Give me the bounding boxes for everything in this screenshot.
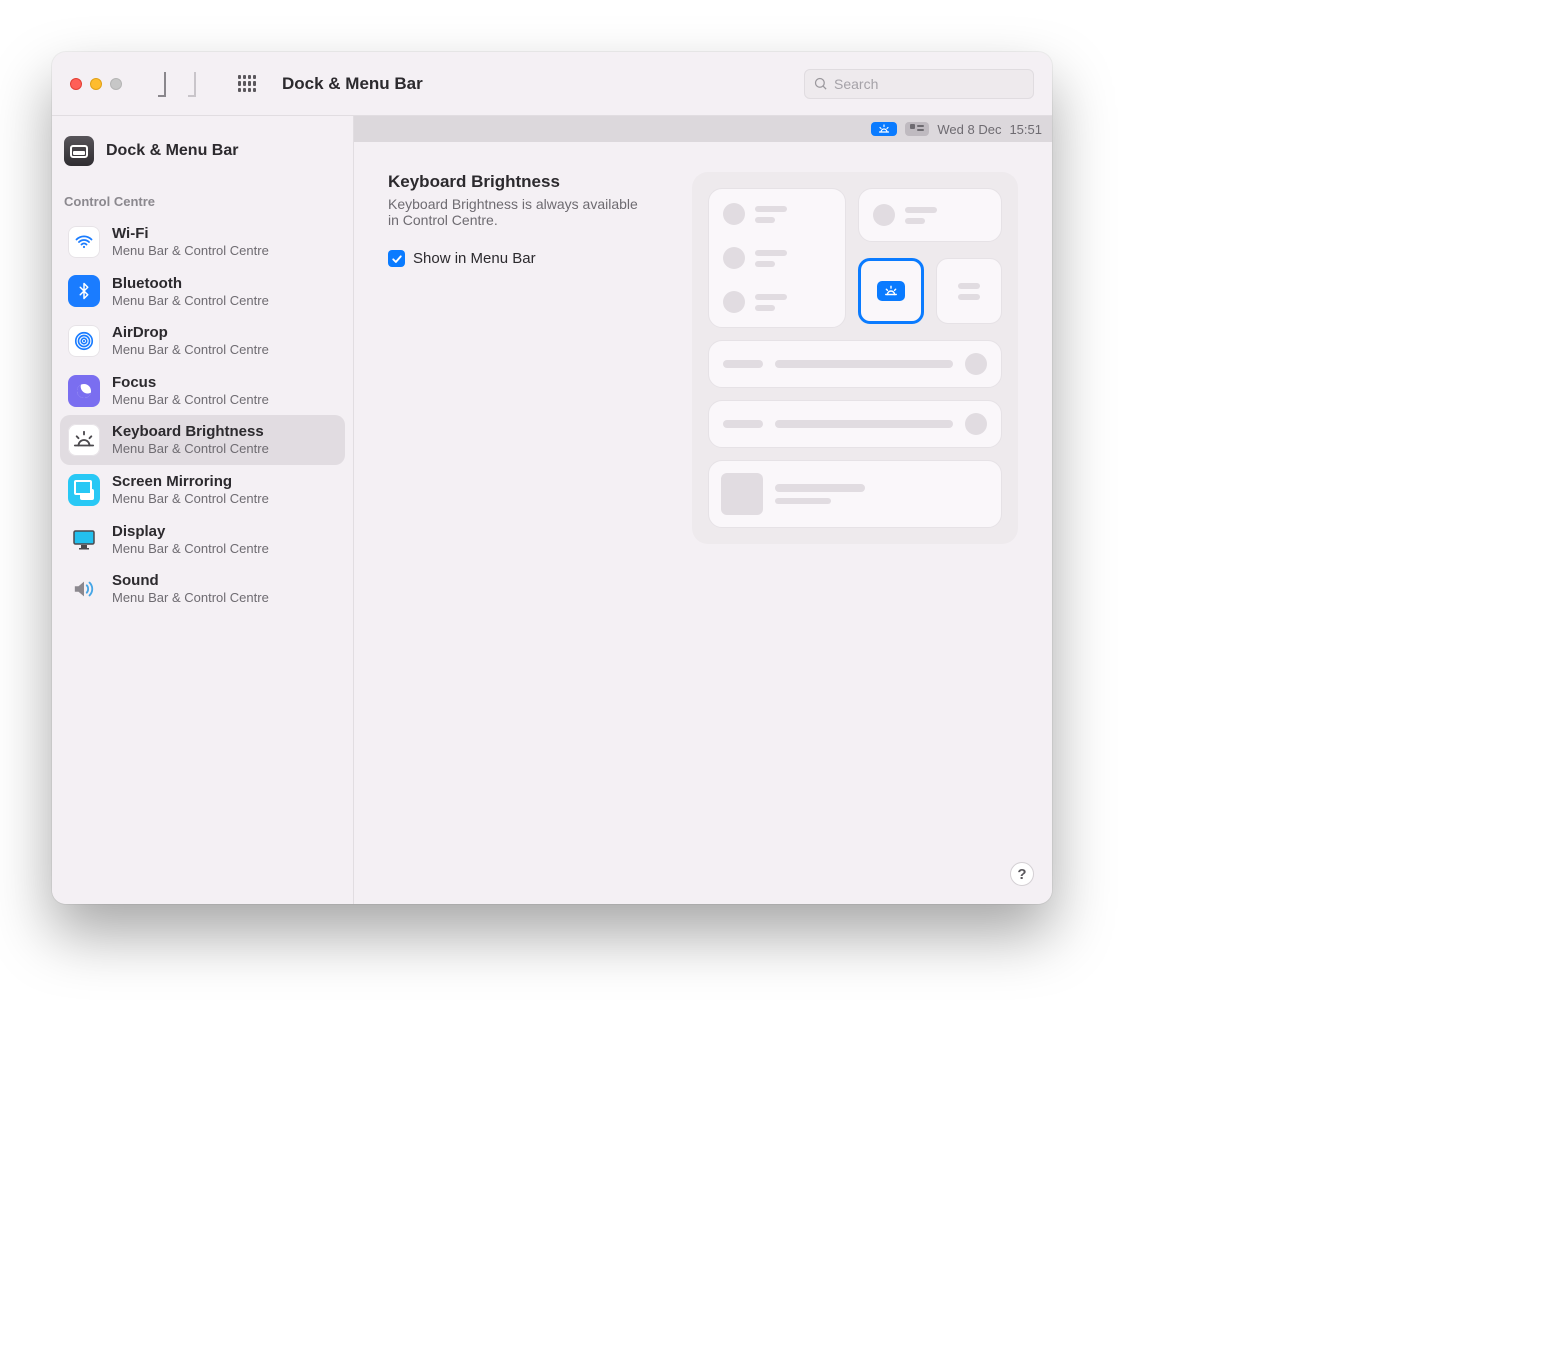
sidebar-item-label: Bluetooth	[112, 275, 269, 293]
control-centre-preview	[692, 172, 1018, 544]
checkbox-label: Show in Menu Bar	[413, 250, 536, 267]
content-pane: Wed 8 Dec 15:51 Keyboard Brightness Keyb…	[354, 116, 1052, 904]
cc-preview-tile-left	[708, 188, 846, 328]
sidebar-item-label: Screen Mirroring	[112, 473, 269, 491]
sidebar-item-screen-mirroring[interactable]: Screen Mirroring Menu Bar & Control Cent…	[60, 465, 345, 515]
bluetooth-icon	[68, 275, 100, 307]
window-title: Dock & Menu Bar	[282, 74, 423, 94]
menubar-preview-date: Wed 8 Dec	[937, 122, 1001, 137]
focus-icon	[68, 375, 100, 407]
back-button[interactable]	[158, 75, 166, 93]
nav-buttons	[158, 75, 196, 93]
search-icon	[813, 76, 828, 91]
screen-mirroring-icon	[68, 474, 100, 506]
sidebar-item-subtitle: Menu Bar & Control Centre	[112, 441, 269, 457]
sidebar-item-keyboard-brightness[interactable]: Keyboard Brightness Menu Bar & Control C…	[60, 415, 345, 465]
cc-preview-generic-tile	[936, 258, 1002, 324]
cc-preview-slider-1	[708, 340, 1002, 388]
sidebar-item-subtitle: Menu Bar & Control Centre	[112, 590, 269, 606]
show-all-preferences-button[interactable]	[238, 75, 256, 93]
sidebar-item-label: Focus	[112, 374, 269, 392]
zoom-window-button[interactable]	[110, 78, 122, 90]
sidebar-item-subtitle: Menu Bar & Control Centre	[112, 491, 269, 507]
sidebar-item-airdrop[interactable]: AirDrop Menu Bar & Control Centre	[60, 316, 345, 366]
sidebar-item-subtitle: Menu Bar & Control Centre	[112, 293, 269, 309]
pane-description: Keyboard Brightness is always available …	[388, 196, 638, 228]
forward-button[interactable]	[188, 75, 196, 93]
sidebar-item-label: Keyboard Brightness	[112, 423, 269, 441]
cc-preview-slider-2	[708, 400, 1002, 448]
cc-preview-tile-pair	[858, 258, 1002, 328]
sidebar-item-subtitle: Menu Bar & Control Centre	[112, 392, 269, 408]
window-body: Dock & Menu Bar Control Centre Wi-Fi Men…	[52, 116, 1052, 904]
sidebar-item-label: Wi-Fi	[112, 225, 269, 243]
sidebar-item-wifi[interactable]: Wi-Fi Menu Bar & Control Centre	[60, 217, 345, 267]
sidebar-section-control-centre: Control Centre	[60, 184, 345, 217]
sound-icon	[68, 573, 100, 605]
sidebar-item-label: Display	[112, 523, 269, 541]
sidebar-item-subtitle: Menu Bar & Control Centre	[112, 342, 269, 358]
sidebar-item-display[interactable]: Display Menu Bar & Control Centre	[60, 515, 345, 565]
cc-preview-now-playing	[708, 460, 1002, 528]
wifi-icon	[68, 226, 100, 258]
dock-menubar-icon	[64, 136, 94, 166]
sidebar-item-label: Sound	[112, 572, 269, 590]
sidebar-item-focus[interactable]: Focus Menu Bar & Control Centre	[60, 366, 345, 416]
window-controls	[70, 78, 122, 90]
system-preferences-window: Dock & Menu Bar Dock & Menu Bar Control …	[52, 52, 1052, 904]
menubar-preview: Wed 8 Dec 15:51	[354, 116, 1052, 142]
cc-preview-keyboard-brightness-tile	[858, 258, 924, 324]
checkbox-box	[388, 250, 405, 267]
search-field[interactable]	[804, 69, 1034, 99]
show-in-menubar-checkbox[interactable]: Show in Menu Bar	[388, 250, 668, 267]
keyboard-brightness-icon	[68, 424, 100, 456]
sidebar-item-subtitle: Menu Bar & Control Centre	[112, 541, 269, 557]
search-input[interactable]	[834, 76, 1025, 92]
sidebar-item-dock-menubar[interactable]: Dock & Menu Bar	[60, 136, 345, 184]
display-icon	[68, 523, 100, 555]
sidebar-item-subtitle: Menu Bar & Control Centre	[112, 243, 269, 259]
help-button[interactable]: ?	[1010, 862, 1034, 886]
cc-preview-tile-top-right	[858, 188, 1002, 242]
sidebar: Dock & Menu Bar Control Centre Wi-Fi Men…	[52, 116, 354, 904]
sidebar-item-label: AirDrop	[112, 324, 269, 342]
sidebar-item-bluetooth[interactable]: Bluetooth Menu Bar & Control Centre	[60, 267, 345, 317]
check-icon	[391, 253, 403, 265]
menubar-preview-time: 15:51	[1009, 122, 1042, 137]
airdrop-icon	[68, 325, 100, 357]
window-toolbar: Dock & Menu Bar	[52, 52, 1052, 116]
minimize-window-button[interactable]	[90, 78, 102, 90]
pane-title: Keyboard Brightness	[388, 172, 668, 192]
sidebar-item-sound[interactable]: Sound Menu Bar & Control Centre	[60, 564, 345, 614]
sidebar-top-label: Dock & Menu Bar	[106, 142, 238, 160]
menubar-preview-control-centre-icon	[905, 122, 929, 136]
menubar-preview-keyboard-brightness-icon	[871, 122, 897, 136]
close-window-button[interactable]	[70, 78, 82, 90]
